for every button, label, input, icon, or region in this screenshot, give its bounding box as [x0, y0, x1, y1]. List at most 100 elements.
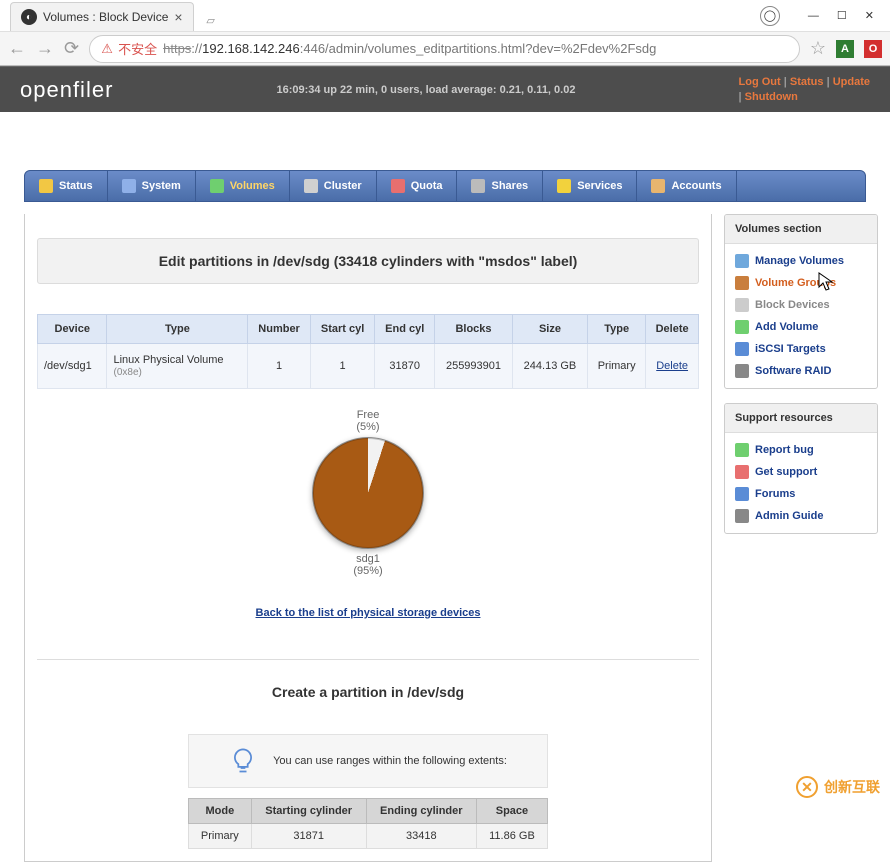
url-text: https://192.168.142.246:446/admin/volume…	[163, 41, 656, 56]
reload-button[interactable]: ⟳	[64, 38, 79, 59]
ex-start: 31871	[251, 824, 366, 849]
quota-icon	[391, 179, 405, 193]
app-header: openfiler 16:09:34 up 22 min, 0 users, l…	[0, 66, 890, 112]
col-type: Type	[107, 315, 248, 344]
col-ptype: Type	[588, 315, 646, 344]
forward-button[interactable]: →	[36, 38, 54, 59]
book-icon	[735, 509, 749, 523]
status-link[interactable]: Status	[790, 76, 824, 88]
bookmark-button[interactable]: ☆	[810, 38, 826, 59]
support-section-title: Support resources	[725, 404, 877, 433]
shutdown-link[interactable]: Shutdown	[745, 91, 798, 103]
add-icon	[735, 320, 749, 334]
sidebar-item-forums[interactable]: Forums	[725, 483, 877, 505]
partitions-table: Device Type Number Start cyl End cyl Blo…	[37, 314, 699, 389]
extension-a-icon[interactable]: A	[836, 40, 854, 58]
new-tab-button[interactable]: ▱	[200, 9, 222, 31]
delete-link[interactable]: Delete	[656, 360, 688, 372]
minimize-button[interactable]: —	[808, 10, 819, 22]
nav-system[interactable]: System	[108, 171, 196, 201]
extents-table: Mode Starting cylinder Ending cylinder S…	[188, 798, 548, 849]
sidebar-item-admin-guide[interactable]: Admin Guide	[725, 505, 877, 527]
nav-quota[interactable]: Quota	[377, 171, 458, 201]
sidebar-item-volume-groups[interactable]: Volume Groups	[725, 272, 877, 294]
col-blocks: Blocks	[435, 315, 513, 344]
info-box: You can use ranges within the following …	[188, 734, 548, 788]
update-link[interactable]: Update	[833, 76, 870, 88]
system-icon	[122, 179, 136, 193]
volumes-icon	[210, 179, 224, 193]
support-section-box: Support resources Report bug Get support…	[724, 403, 878, 534]
group-icon	[735, 276, 749, 290]
close-window-button[interactable]: ✕	[865, 9, 874, 22]
logo: openfiler	[20, 77, 113, 103]
block-icon	[735, 298, 749, 312]
services-icon	[557, 179, 571, 193]
sidebar-item-report-bug[interactable]: Report bug	[725, 439, 877, 461]
insecure-label: 不安全	[118, 39, 157, 58]
col-size: Size	[512, 315, 587, 344]
header-links: Log Out | Status | Update | Shutdown	[739, 75, 870, 104]
ex-col-mode: Mode	[189, 799, 252, 824]
nav-accounts[interactable]: Accounts	[637, 171, 736, 201]
ex-mode: Primary	[189, 824, 252, 849]
nav-services[interactable]: Services	[543, 171, 637, 201]
cell-startcyl: 1	[310, 344, 375, 389]
address-field[interactable]: ⚠ 不安全 https://192.168.142.246:446/admin/…	[89, 35, 800, 63]
bug-icon	[735, 443, 749, 457]
ex-col-end: Ending cylinder	[366, 799, 476, 824]
maximize-button[interactable]: ☐	[837, 9, 847, 22]
table-row: /dev/sdg1 Linux Physical Volume(0x8e) 1 …	[38, 344, 699, 389]
nav-cluster[interactable]: Cluster	[290, 171, 377, 201]
support-icon	[735, 465, 749, 479]
col-device: Device	[38, 315, 107, 344]
sidebar-item-manage-volumes[interactable]: Manage Volumes	[725, 250, 877, 272]
nav-status[interactable]: Status	[25, 171, 108, 201]
nav-volumes[interactable]: Volumes	[196, 171, 290, 201]
close-icon[interactable]: ×	[174, 9, 182, 25]
raid-icon	[735, 364, 749, 378]
window-titlebar: ◐ Volumes : Block Device × ▱ ◯ — ☐ ✕	[0, 0, 890, 32]
url-bar: ← → ⟳ ⚠ 不安全 https://192.168.142.246:446/…	[0, 32, 890, 66]
sidebar-item-block-devices[interactable]: Block Devices	[725, 294, 877, 316]
insecure-warning: ⚠ 不安全	[100, 39, 157, 58]
target-icon	[735, 342, 749, 356]
sidebar-item-get-support[interactable]: Get support	[725, 461, 877, 483]
profile-icon[interactable]: ◯	[760, 6, 780, 26]
usage-pie-chart: Free(5%) sdg1(95%)	[37, 409, 699, 577]
system-status-text: 16:09:34 up 22 min, 0 users, load averag…	[113, 84, 738, 96]
tab-title: Volumes : Block Device	[43, 10, 168, 24]
info-text: You can use ranges within the following …	[273, 755, 507, 767]
cell-delete: Delete	[646, 344, 699, 389]
cell-type: Linux Physical Volume(0x8e)	[107, 344, 248, 389]
create-heading: Create a partition in /dev/sdg	[37, 680, 699, 704]
page-title: Edit partitions in /dev/sdg (33418 cylin…	[37, 238, 699, 284]
ex-col-space: Space	[476, 799, 547, 824]
ex-end: 33418	[366, 824, 476, 849]
cell-blocks: 255993901	[435, 344, 513, 389]
ex-space: 11.86 GB	[476, 824, 547, 849]
back-button[interactable]: ←	[8, 38, 26, 59]
accounts-icon	[651, 179, 665, 193]
main-content: Edit partitions in /dev/sdg (33418 cylin…	[24, 214, 712, 862]
cell-device: /dev/sdg1	[38, 344, 107, 389]
col-delete: Delete	[646, 315, 699, 344]
main-nav: Status System Volumes Cluster Quota Shar…	[24, 170, 866, 202]
table-row: Primary 31871 33418 11.86 GB	[189, 824, 548, 849]
sidebar-item-add-volume[interactable]: Add Volume	[725, 316, 877, 338]
logout-link[interactable]: Log Out	[739, 76, 781, 88]
forums-icon	[735, 487, 749, 501]
nav-shares[interactable]: Shares	[457, 171, 543, 201]
cell-endcyl: 31870	[375, 344, 435, 389]
sidebar-item-iscsi-targets[interactable]: iSCSI Targets	[725, 338, 877, 360]
back-link[interactable]: Back to the list of physical storage dev…	[256, 607, 481, 619]
disk-icon	[735, 254, 749, 268]
browser-tab[interactable]: ◐ Volumes : Block Device ×	[10, 2, 194, 31]
sidebar-item-software-raid[interactable]: Software RAID	[725, 360, 877, 382]
cell-ptype: Primary	[588, 344, 646, 389]
cell-number: 1	[248, 344, 310, 389]
volumes-section-box: Volumes section Manage Volumes Volume Gr…	[724, 214, 878, 389]
extension-o-icon[interactable]: O	[864, 40, 882, 58]
pie-main-label: sdg1(95%)	[37, 553, 699, 577]
volumes-section-title: Volumes section	[725, 215, 877, 244]
